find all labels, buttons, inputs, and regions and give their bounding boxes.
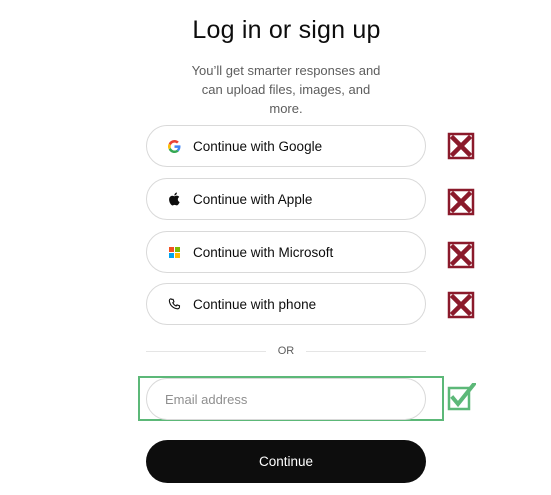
red-x-mark-icon bbox=[447, 241, 475, 269]
google-button-label: Continue with Google bbox=[193, 138, 323, 154]
continue-button[interactable]: Continue bbox=[146, 440, 426, 483]
divider-line bbox=[146, 350, 266, 352]
email-input[interactable] bbox=[146, 378, 426, 420]
continue-with-google-button[interactable]: Continue with Google bbox=[146, 125, 426, 167]
continue-with-phone-button[interactable]: Continue with phone bbox=[146, 283, 426, 325]
red-x-mark-icon bbox=[447, 188, 475, 216]
or-divider: OR bbox=[146, 343, 426, 359]
login-page: Log in or sign up You’ll get smarter res… bbox=[0, 0, 551, 495]
page-title: Log in or sign up bbox=[192, 16, 381, 44]
page-subtitle: You’ll get smarter responses and can upl… bbox=[191, 63, 381, 116]
green-check-mark-icon bbox=[447, 383, 476, 411]
microsoft-button-label: Continue with Microsoft bbox=[193, 244, 334, 260]
phone-button-label: Continue with phone bbox=[193, 296, 317, 312]
phone-icon bbox=[167, 297, 181, 311]
red-x-mark-icon bbox=[447, 132, 475, 160]
red-x-mark-icon bbox=[447, 291, 475, 319]
divider-label: OR bbox=[277, 345, 295, 357]
apple-icon bbox=[167, 192, 181, 206]
microsoft-icon bbox=[167, 245, 181, 259]
google-icon bbox=[167, 139, 181, 153]
continue-with-apple-button[interactable]: Continue with Apple bbox=[146, 178, 426, 220]
divider-line bbox=[306, 350, 426, 352]
apple-button-label: Continue with Apple bbox=[193, 191, 313, 207]
continue-with-microsoft-button[interactable]: Continue with Microsoft bbox=[146, 231, 426, 273]
